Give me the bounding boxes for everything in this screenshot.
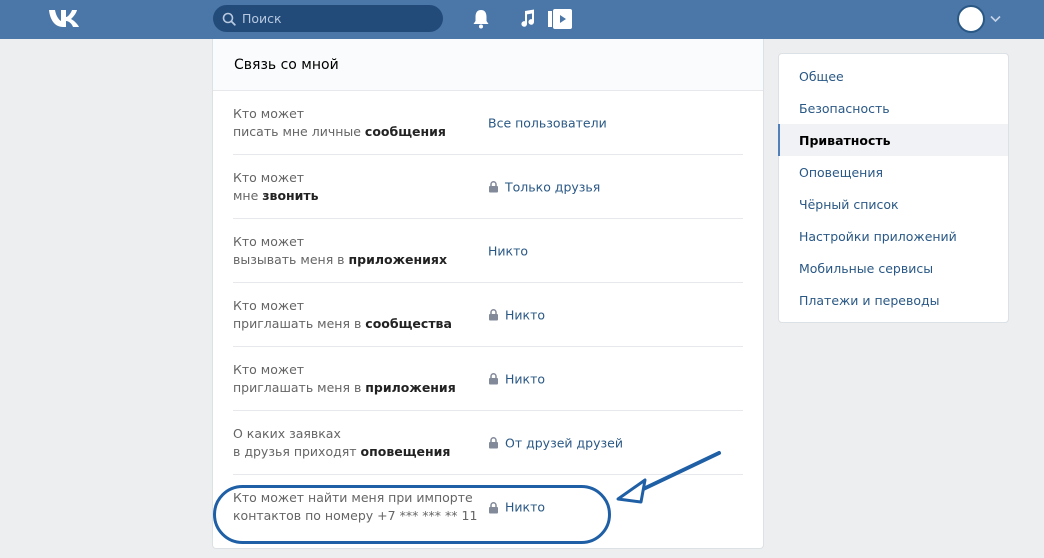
setting-label-line1: Кто может — [233, 105, 305, 121]
setting-value-text: Никто — [505, 307, 546, 322]
page-title: Связь со мной — [234, 56, 339, 73]
setting-label: Кто может приглашать меня в сообщества — [233, 297, 483, 333]
setting-label-line1: Кто может — [233, 361, 305, 377]
setting-value-text: Никто — [505, 371, 546, 386]
setting-row: Кто может приглашать меня в сообщества Ник… — [233, 283, 743, 347]
setting-value-dropdown[interactable]: От друзей друзей — [488, 435, 623, 450]
setting-value-text: Все пользователи — [488, 115, 607, 130]
setting-row: Кто может вызывать меня в приложениях Никт… — [233, 219, 743, 283]
menu-item[interactable]: Чёрный список — [779, 188, 1008, 220]
setting-label-line2: в друзья приходят — [233, 443, 361, 459]
setting-label-line1: О каких заявках — [233, 425, 341, 441]
setting-label-keyword: оповещения — [360, 443, 451, 459]
menu-item[interactable]: Оповещения — [779, 156, 1008, 188]
setting-label-line2: писать мне личные — [233, 123, 365, 139]
video-icon[interactable] — [548, 9, 572, 29]
search-box[interactable] — [213, 5, 443, 32]
setting-label-line2: приглашать меня в — [233, 315, 366, 331]
top-bar — [0, 0, 1044, 39]
avatar[interactable] — [957, 5, 985, 33]
setting-label-line2: приглашать меня в — [233, 379, 366, 395]
setting-label-keyword: звонить — [262, 187, 319, 203]
setting-value-text: Никто — [488, 243, 529, 258]
settings-menu: Общее Безопасность Приватность Оповещения Чё… — [778, 53, 1009, 323]
menu-item[interactable]: Общее — [779, 60, 1008, 92]
setting-label-line1: Кто может — [233, 169, 305, 185]
setting-row: Кто может приглашать меня в приложения Ник… — [233, 347, 743, 411]
setting-label-line1: Кто может — [233, 233, 305, 249]
setting-label: О каких заявках в друзья приходят оповеще… — [233, 425, 483, 461]
setting-label: Кто может мне звонить — [233, 169, 483, 205]
setting-row: Кто может писать мне личные сообщения Все … — [233, 91, 743, 155]
search-input[interactable] — [242, 11, 432, 26]
setting-value-dropdown[interactable]: Никто — [488, 371, 545, 386]
bell-icon[interactable] — [472, 9, 490, 29]
setting-label-keyword: приложениях — [348, 251, 448, 267]
card-header: Связь со мной — [213, 39, 763, 91]
arrow-annotation-icon — [616, 451, 721, 504]
menu-item[interactable]: Мобильные сервисы — [779, 252, 1008, 284]
lock-icon — [489, 309, 498, 321]
setting-label: Кто может писать мне личные сообщения — [233, 105, 483, 141]
vk-logo-icon[interactable] — [48, 8, 82, 28]
setting-value-dropdown[interactable]: Никто — [488, 307, 545, 322]
setting-label-keyword: сообщества — [365, 315, 452, 331]
lock-icon — [489, 437, 498, 449]
menu-item[interactable]: Платежи и переводы — [779, 284, 1008, 316]
setting-label-line2: мне — [233, 187, 263, 203]
search-icon — [222, 12, 236, 26]
setting-value-text: Только друзья — [505, 179, 601, 194]
setting-label-line2: вызывать меня в — [233, 251, 349, 267]
setting-label-keyword: приложения — [365, 379, 456, 395]
menu-item[interactable]: Приватность — [778, 124, 1008, 156]
setting-value-text: От друзей друзей — [505, 435, 623, 450]
menu-item[interactable]: Настройки приложений — [779, 220, 1008, 252]
setting-row: Кто может мне звонить Только друзья — [233, 155, 743, 219]
setting-label-line1: Кто может — [233, 297, 305, 313]
chevron-down-icon[interactable] — [990, 15, 1001, 23]
music-icon[interactable] — [518, 9, 536, 29]
setting-label-keyword: сообщения — [364, 123, 446, 139]
menu-item[interactable]: Безопасность — [779, 92, 1008, 124]
lock-icon — [489, 373, 498, 385]
lock-icon — [489, 181, 498, 193]
setting-value-dropdown[interactable]: Только друзья — [488, 179, 600, 194]
highlight-oval — [213, 485, 611, 544]
setting-value-dropdown[interactable]: Все пользователи — [488, 115, 607, 130]
setting-label: Кто может вызывать меня в приложениях — [233, 233, 483, 269]
setting-value-dropdown[interactable]: Никто — [488, 243, 528, 258]
setting-label: Кто может приглашать меня в приложения — [233, 361, 483, 397]
